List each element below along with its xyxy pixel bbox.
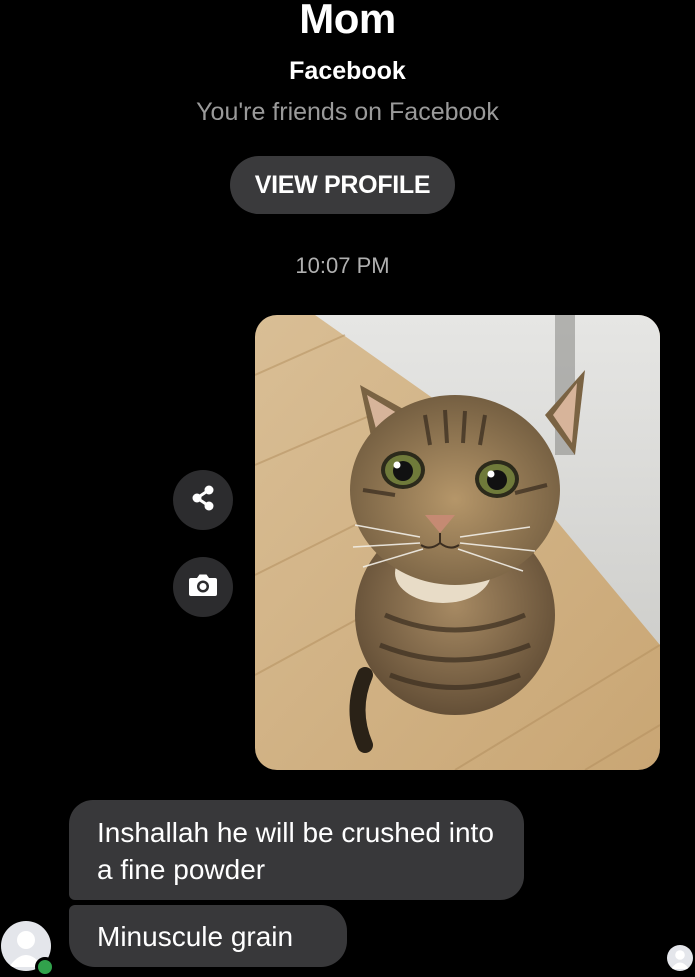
online-status-dot (35, 957, 55, 977)
friends-status: You're friends on Facebook (196, 98, 499, 126)
default-avatar-icon (671, 950, 689, 969)
contact-name: Mom (299, 0, 396, 42)
cat-photo-image (255, 315, 660, 770)
view-profile-button[interactable]: VIEW PROFILE (230, 156, 455, 214)
seen-avatar (667, 945, 693, 971)
camera-icon (187, 571, 219, 604)
share-icon (188, 483, 218, 518)
message-bubble[interactable]: Inshallah he will be crushed into a fine… (69, 800, 524, 900)
share-button[interactable] (173, 470, 233, 530)
network-label: Facebook (289, 57, 406, 85)
sent-cat-photo[interactable] (255, 315, 660, 770)
message-timestamp: 10:07 PM (295, 253, 390, 278)
camera-button[interactable] (173, 557, 233, 617)
message-bubble[interactable]: Minuscule grain (69, 905, 347, 967)
